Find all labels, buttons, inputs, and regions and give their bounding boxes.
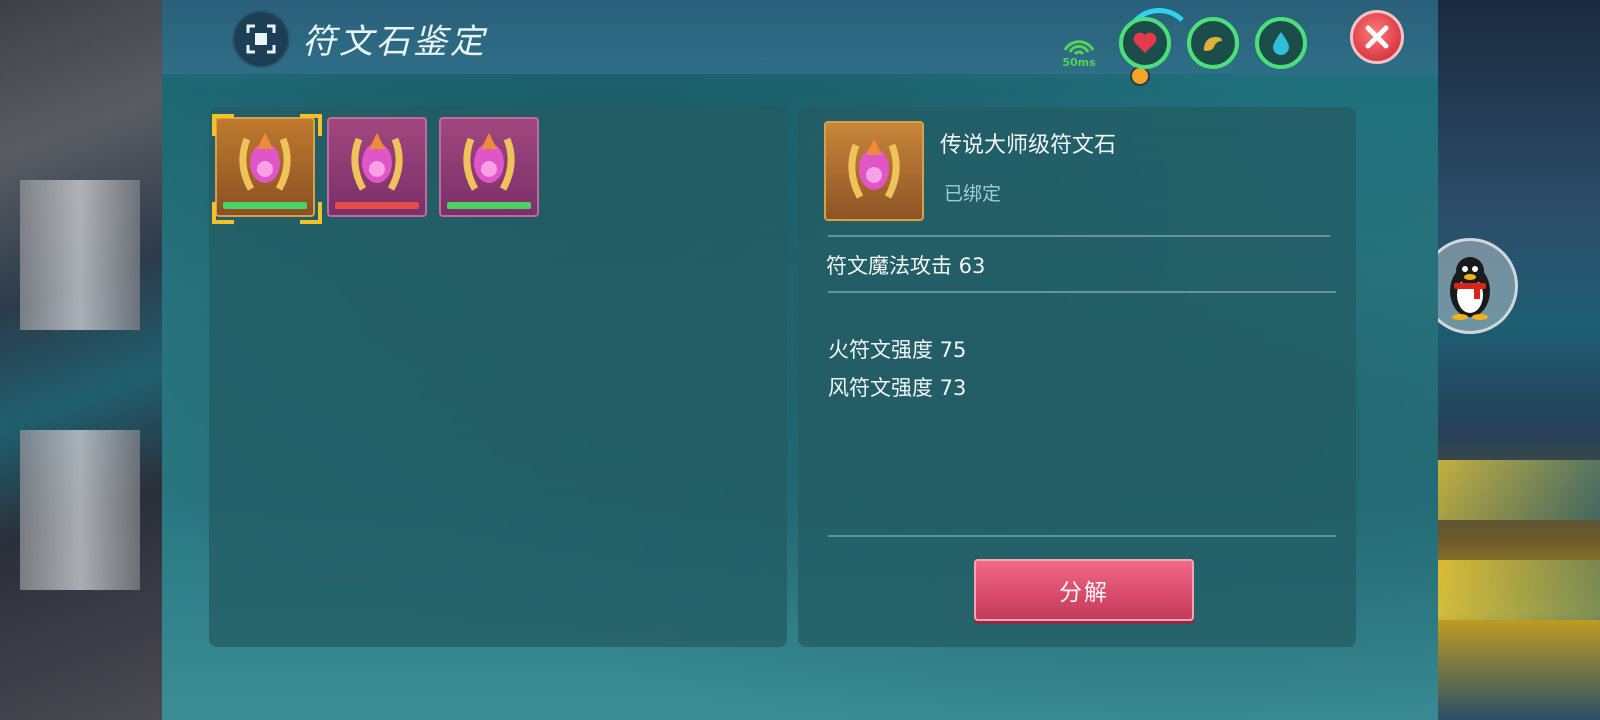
- appraisal-icon: [232, 10, 290, 68]
- bound-status: 已绑定: [944, 183, 1002, 205]
- network-ping: 50ms: [1054, 34, 1104, 74]
- health-stat: [1119, 17, 1171, 69]
- water-stat: [1255, 17, 1307, 69]
- rune-detail-panel: 传说大师级符文石 已绑定 符文魔法攻击 63 火符文强度 75 风符文强度 73…: [798, 107, 1356, 647]
- wifi-icon: [1063, 40, 1095, 56]
- rune-name: 传说大师级符文石: [940, 133, 1117, 158]
- pillar-decoration: [20, 180, 140, 330]
- rune-slot[interactable]: [439, 117, 539, 217]
- rune-stone-icon: [848, 139, 900, 199]
- rune-stone-icon: [239, 133, 291, 191]
- rune-attack-stat: 符文魔法攻击 63: [826, 254, 986, 278]
- rune-slot[interactable]: [327, 117, 427, 217]
- page-title: 符文石鉴定: [302, 22, 487, 62]
- rune-durability-bar: [447, 202, 531, 209]
- qq-penguin-icon: [1450, 257, 1490, 320]
- water-drop-icon: [1273, 32, 1289, 55]
- stripe-decoration: [1438, 460, 1600, 520]
- heart-icon: [1133, 32, 1157, 53]
- selected-rune-icon: [824, 121, 924, 221]
- hunger-stat: [1187, 17, 1239, 69]
- close-icon: [1365, 25, 1389, 49]
- game-world-right: [1438, 0, 1600, 720]
- rune-durability-bar: [335, 202, 419, 209]
- decompose-button[interactable]: 分解: [974, 559, 1194, 621]
- rune-durability-bar: [223, 202, 307, 209]
- pillar-decoration: [20, 430, 140, 590]
- rune-stone-icon: [463, 133, 515, 191]
- rune-stone-icon: [351, 133, 403, 191]
- game-world-left: [0, 0, 165, 720]
- rune-slot[interactable]: [212, 114, 322, 224]
- ping-value: 50ms: [1062, 56, 1096, 69]
- level-badge: [1130, 66, 1150, 86]
- rune-appraisal-panel: 符文石鉴定 50ms 传说大师级符文石 已绑定 符文魔法攻击 63 火符文强度 …: [162, 0, 1438, 720]
- stripe-decoration: [1438, 560, 1600, 620]
- food-icon: [1203, 37, 1222, 51]
- rune-inventory-panel: [209, 107, 787, 647]
- close-button[interactable]: [1350, 10, 1404, 64]
- divider: [828, 291, 1336, 293]
- divider: [828, 235, 1330, 237]
- decompose-button-label: 分解: [1059, 580, 1109, 606]
- divider: [828, 535, 1336, 537]
- rune-attribute: 火符文强度 75: [828, 338, 967, 362]
- rune-attribute: 风符文强度 73: [828, 376, 967, 400]
